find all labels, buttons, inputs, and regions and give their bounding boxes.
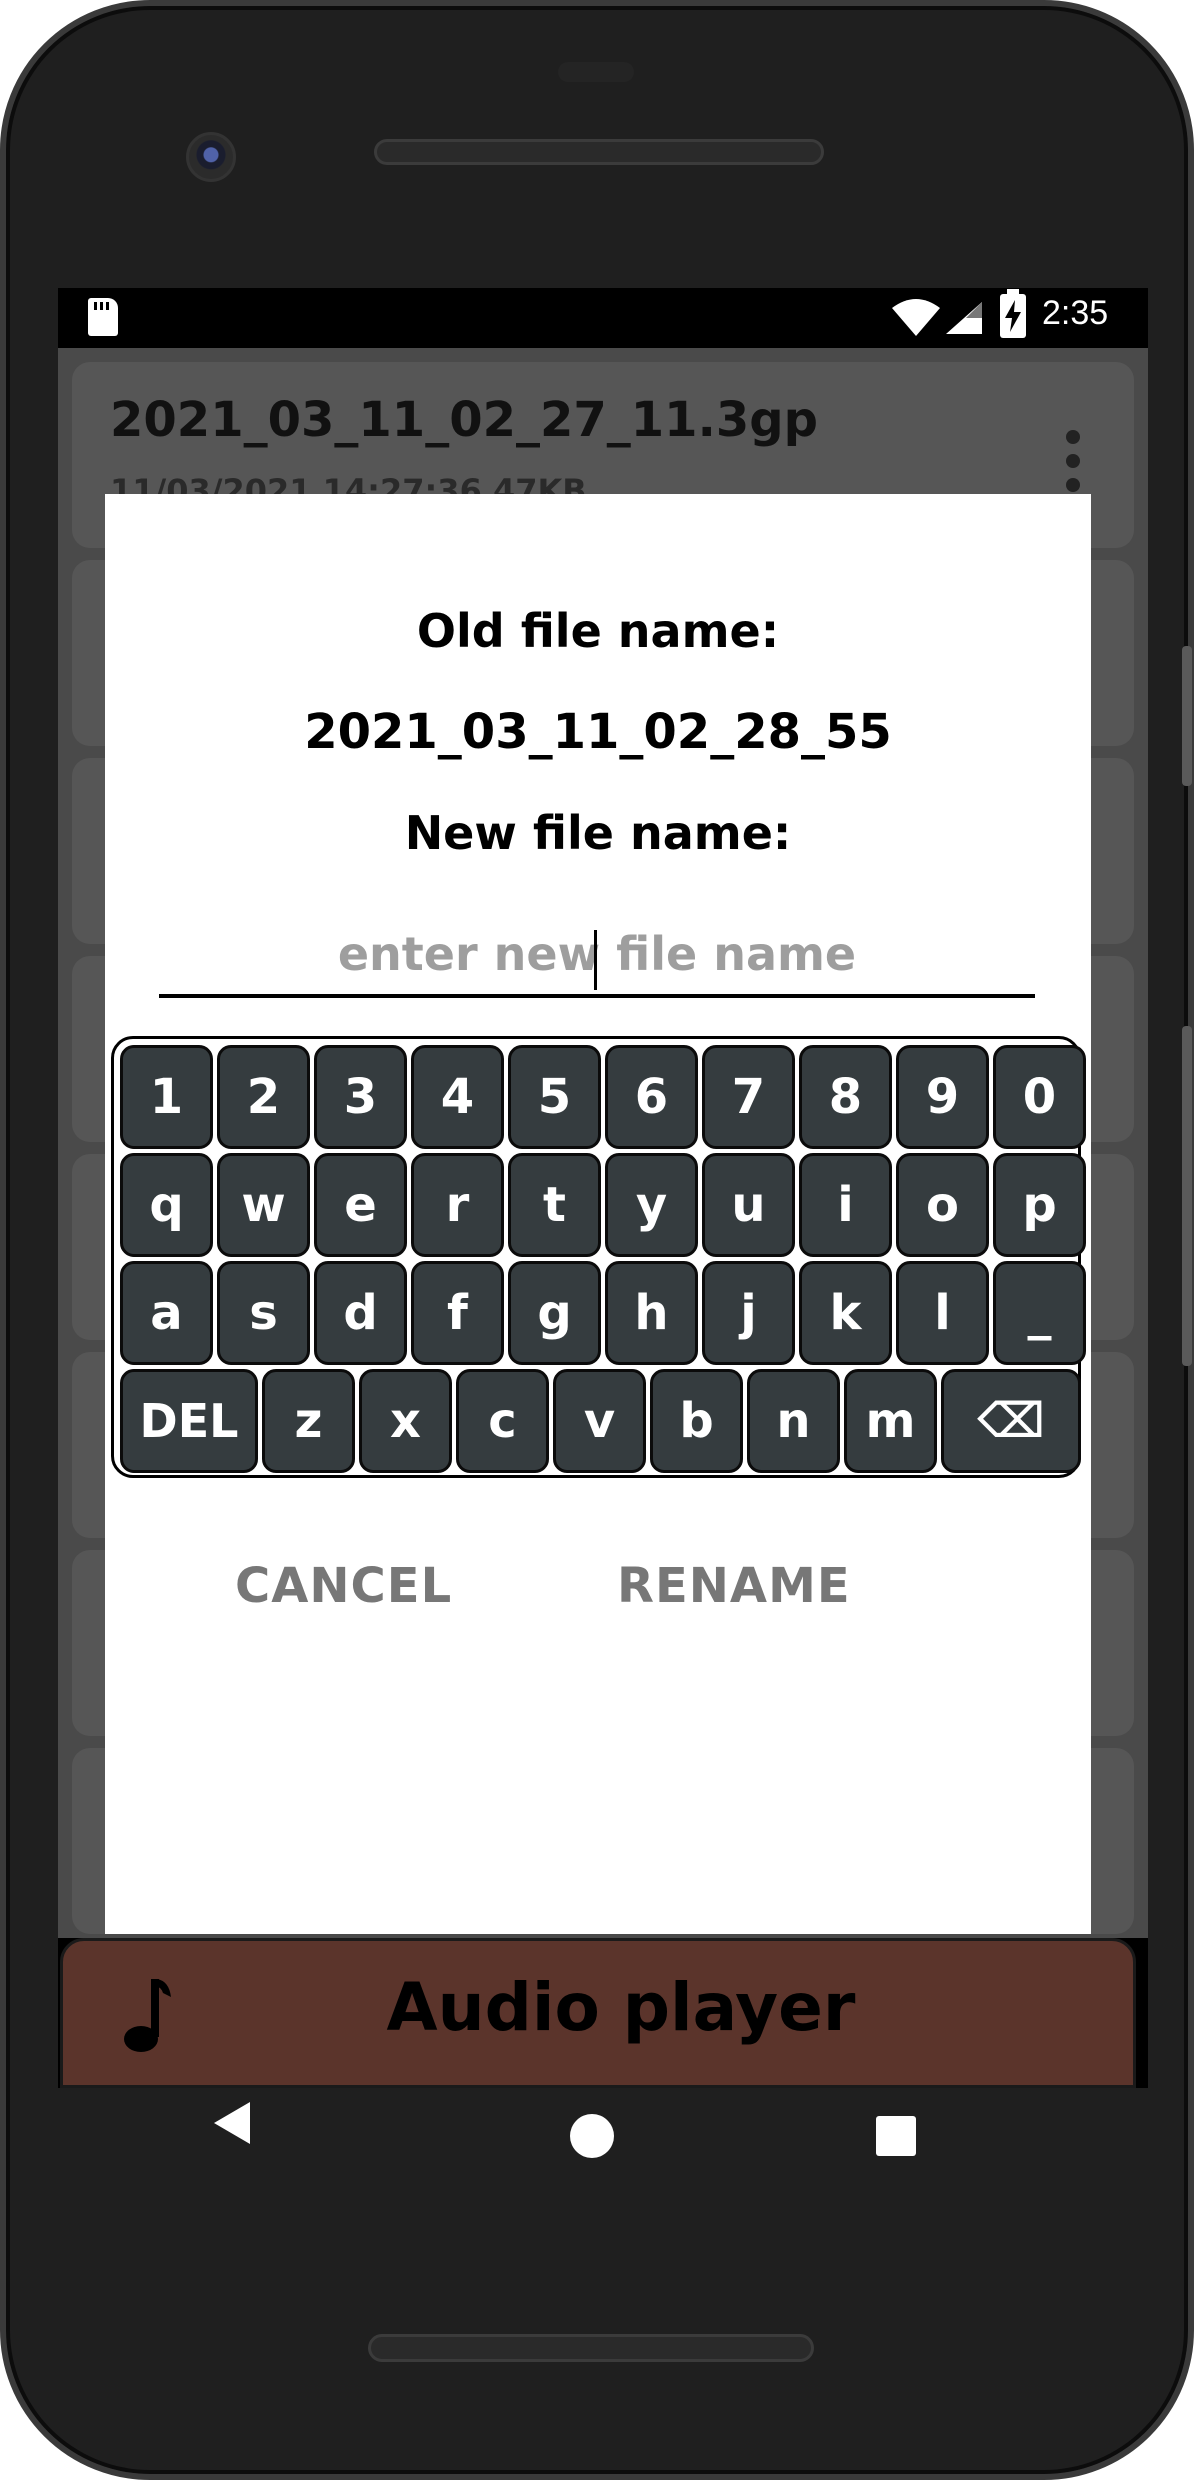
front-camera bbox=[186, 132, 236, 182]
key-2[interactable]: 2 bbox=[217, 1045, 310, 1149]
old-name-label: Old file name: bbox=[416, 604, 780, 658]
sensor-slot bbox=[558, 62, 634, 82]
key-g[interactable]: g bbox=[508, 1261, 601, 1365]
new-name-input[interactable] bbox=[159, 914, 1035, 998]
key-4[interactable]: 4 bbox=[411, 1045, 504, 1149]
text-cursor bbox=[594, 930, 597, 990]
player-title: Audio player bbox=[386, 1969, 856, 2046]
status-bar: 2:35 bbox=[58, 288, 1148, 348]
key-a[interactable]: a bbox=[120, 1261, 213, 1365]
rename-button[interactable]: RENAME bbox=[607, 1552, 861, 1620]
keyboard-row-middle: a s d f g h j k l _ bbox=[120, 1261, 1086, 1365]
key-l[interactable]: l bbox=[896, 1261, 989, 1365]
status-clock: 2:35 bbox=[1042, 294, 1109, 332]
signal-icon bbox=[946, 302, 982, 334]
recents-icon[interactable] bbox=[876, 2116, 916, 2156]
audio-player-bar[interactable]: Audio player bbox=[60, 1938, 1136, 2088]
key-9[interactable]: 9 bbox=[896, 1045, 989, 1149]
key-c[interactable]: c bbox=[456, 1369, 549, 1473]
rename-dialog: Old file name: 2021_03_11_02_28_55 New f… bbox=[105, 494, 1091, 1934]
key-o[interactable]: o bbox=[896, 1153, 989, 1257]
key-8[interactable]: 8 bbox=[799, 1045, 892, 1149]
key-f[interactable]: f bbox=[411, 1261, 504, 1365]
key-s[interactable]: s bbox=[217, 1261, 310, 1365]
key-y[interactable]: y bbox=[605, 1153, 698, 1257]
key-v[interactable]: v bbox=[553, 1369, 646, 1473]
back-icon[interactable] bbox=[212, 2100, 252, 2146]
new-name-label: New file name: bbox=[404, 806, 792, 860]
key-b[interactable]: b bbox=[650, 1369, 743, 1473]
key-m[interactable]: m bbox=[844, 1369, 937, 1473]
battery-charging-icon bbox=[1000, 289, 1026, 338]
key-u[interactable]: u bbox=[702, 1153, 795, 1257]
more-options-icon[interactable] bbox=[1066, 430, 1080, 494]
key-1[interactable]: 1 bbox=[120, 1045, 213, 1149]
key-n[interactable]: n bbox=[747, 1369, 840, 1473]
key-i[interactable]: i bbox=[799, 1153, 892, 1257]
power-button bbox=[1182, 1026, 1192, 1366]
sd-card-icon bbox=[88, 298, 118, 336]
key-d[interactable]: d bbox=[314, 1261, 407, 1365]
key-t[interactable]: t bbox=[508, 1153, 601, 1257]
key-del[interactable]: DEL bbox=[120, 1369, 258, 1473]
key-j[interactable]: j bbox=[702, 1261, 795, 1365]
key-e[interactable]: e bbox=[314, 1153, 407, 1257]
key-q[interactable]: q bbox=[120, 1153, 213, 1257]
phone-frame: 2:35 2021_03_11_02_27_11.3gp 11/03/2021 … bbox=[0, 0, 1194, 2480]
wifi-icon bbox=[892, 299, 940, 336]
volume-button bbox=[1182, 646, 1192, 786]
keyboard-row-numbers: 1 2 3 4 5 6 7 8 9 0 bbox=[120, 1045, 1086, 1149]
key-w[interactable]: w bbox=[217, 1153, 310, 1257]
keyboard-row-bottom: DEL z x c v b n m ⌫ bbox=[120, 1369, 1081, 1473]
home-icon[interactable] bbox=[570, 2114, 614, 2158]
key-0[interactable]: 0 bbox=[993, 1045, 1086, 1149]
on-screen-keyboard: 1 2 3 4 5 6 7 8 9 0 q w e r t y u i o p … bbox=[111, 1036, 1086, 1478]
key-3[interactable]: 3 bbox=[314, 1045, 407, 1149]
key-h[interactable]: h bbox=[605, 1261, 698, 1365]
key-underscore[interactable]: _ bbox=[993, 1261, 1086, 1365]
key-5[interactable]: 5 bbox=[508, 1045, 601, 1149]
earpiece-speaker bbox=[374, 139, 824, 165]
old-name-value: 2021_03_11_02_28_55 bbox=[304, 704, 892, 760]
key-r[interactable]: r bbox=[411, 1153, 504, 1257]
cancel-button[interactable]: CANCEL bbox=[225, 1552, 462, 1620]
backspace-key[interactable]: ⌫ bbox=[941, 1369, 1081, 1473]
recording-title: 2021_03_11_02_27_11.3gp bbox=[110, 392, 818, 448]
bottom-speaker bbox=[368, 2334, 814, 2362]
key-x[interactable]: x bbox=[359, 1369, 452, 1473]
key-z[interactable]: z bbox=[262, 1369, 355, 1473]
key-6[interactable]: 6 bbox=[605, 1045, 698, 1149]
key-p[interactable]: p bbox=[993, 1153, 1086, 1257]
keyboard-row-top: q w e r t y u i o p bbox=[120, 1153, 1086, 1257]
key-7[interactable]: 7 bbox=[702, 1045, 795, 1149]
screen: 2:35 2021_03_11_02_27_11.3gp 11/03/2021 … bbox=[58, 288, 1148, 2088]
key-k[interactable]: k bbox=[799, 1261, 892, 1365]
